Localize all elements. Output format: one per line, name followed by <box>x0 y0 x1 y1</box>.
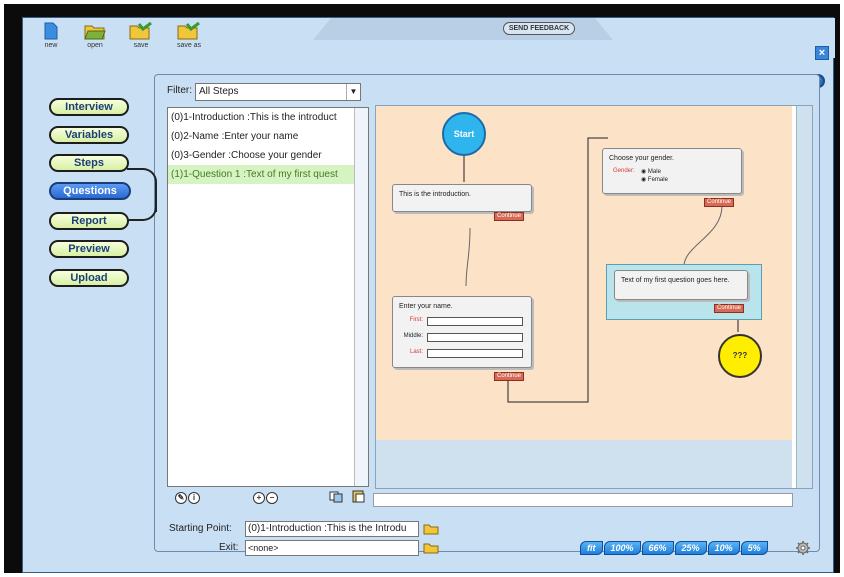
starting-point-label: Starting Point: <box>169 523 232 534</box>
save-as-icon <box>177 22 200 40</box>
app-window: new open save save as SEND FEEDBACK × ? … <box>22 17 835 573</box>
horizontal-scrollbar[interactable] <box>373 493 793 507</box>
continue-button[interactable]: Continue <box>714 304 745 313</box>
nav-interview[interactable]: Interview <box>49 98 129 116</box>
nav-variables[interactable]: Variables <box>49 126 129 144</box>
paste-icon[interactable] <box>351 489 365 503</box>
zoom-100-button[interactable]: 100% <box>603 541 641 555</box>
continue-button[interactable]: Continue <box>704 198 735 207</box>
list-item[interactable]: (0)2-Name :Enter your name <box>168 127 368 146</box>
last-name-field[interactable] <box>427 349 523 358</box>
open-folder-icon <box>84 25 106 40</box>
flow-canvas[interactable]: Start This is the introduction. Continue… <box>375 105 813 489</box>
filter-label: Filter: <box>167 85 192 96</box>
nav-steps[interactable]: Steps <box>49 154 129 172</box>
list-item[interactable]: (1)1-Question 1 :Text of my first quest <box>168 165 368 184</box>
list-tools-add: + − <box>253 491 279 504</box>
vertical-scrollbar[interactable] <box>796 106 812 488</box>
nav-upload[interactable]: Upload <box>49 269 129 287</box>
gender-node[interactable]: Choose your gender. Gender: ◉ Male ◉ Fem… <box>602 148 742 194</box>
window-frame: new open save save as SEND FEEDBACK × ? … <box>4 4 840 573</box>
send-feedback-button[interactable]: SEND FEEDBACK <box>503 22 575 35</box>
end-node[interactable]: ??? <box>718 334 762 378</box>
copy-icon[interactable] <box>329 491 343 503</box>
list-tools-left: ✎ i <box>175 491 201 504</box>
save-as-button[interactable]: save as <box>169 22 209 49</box>
zoom-fit-button[interactable]: fit <box>580 541 603 555</box>
zoom-10-button[interactable]: 10% <box>707 541 740 555</box>
continue-button[interactable]: Continue <box>494 212 525 221</box>
nav-questions[interactable]: Questions <box>49 182 131 200</box>
folder-icon[interactable] <box>423 542 439 554</box>
starting-point-field[interactable]: (0)1-Introduction :This is the Introdu <box>245 521 419 537</box>
male-radio[interactable]: ◉ Male <box>641 168 661 175</box>
start-node[interactable]: Start <box>442 112 486 156</box>
open-button[interactable]: open <box>75 22 115 49</box>
filter-select[interactable]: All Steps ▼ <box>195 83 361 101</box>
add-icon[interactable]: + <box>253 492 265 504</box>
list-scrollbar[interactable] <box>354 108 368 486</box>
zoom-5-button[interactable]: 5% <box>740 541 768 555</box>
questions-panel: Filter: All Steps ▼ (0)1-Introduction :T… <box>154 74 820 556</box>
first-name-field[interactable] <box>427 317 523 326</box>
female-radio[interactable]: ◉ Female <box>641 176 668 183</box>
new-file-icon <box>44 22 58 40</box>
flow-area[interactable]: Start This is the introduction. Continue… <box>376 106 792 440</box>
list-item[interactable]: (0)1-Introduction :This is the introduct <box>168 108 368 127</box>
nav-report[interactable]: Report <box>49 212 129 230</box>
edit-icon[interactable]: ✎ <box>175 492 187 504</box>
zoom-25-button[interactable]: 25% <box>674 541 707 555</box>
toolbar: new open save save as SEND FEEDBACK <box>23 18 835 58</box>
middle-name-field[interactable] <box>427 333 523 342</box>
save-button[interactable]: save <box>121 22 161 49</box>
save-icon <box>129 22 152 40</box>
new-button[interactable]: new <box>31 22 71 49</box>
continue-button[interactable]: Continue <box>494 372 525 381</box>
chevron-down-icon[interactable]: ▼ <box>346 84 360 100</box>
canvas-background <box>376 440 792 488</box>
folder-icon[interactable] <box>423 523 439 535</box>
question-node[interactable]: Text of my first question goes here. <box>614 270 748 300</box>
list-item[interactable]: (0)3-Gender :Choose your gender <box>168 146 368 165</box>
zoom-controls: fit 100% 66% 25% 10% 5% <box>580 541 769 557</box>
zoom-66-button[interactable]: 66% <box>641 541 674 555</box>
nav-preview[interactable]: Preview <box>49 240 129 258</box>
name-node[interactable]: Enter your name. First: Middle: Last: <box>392 296 532 368</box>
nav-connector <box>127 197 157 221</box>
close-button[interactable]: × <box>815 46 829 60</box>
info-icon[interactable]: i <box>188 492 200 504</box>
intro-node[interactable]: This is the introduction. <box>392 184 532 212</box>
exit-field[interactable]: <none> <box>245 540 419 556</box>
gear-icon[interactable] <box>795 540 811 556</box>
remove-icon[interactable]: − <box>266 492 278 504</box>
exit-label: Exit: <box>219 542 239 553</box>
step-list[interactable]: (0)1-Introduction :This is the introduct… <box>167 107 369 487</box>
